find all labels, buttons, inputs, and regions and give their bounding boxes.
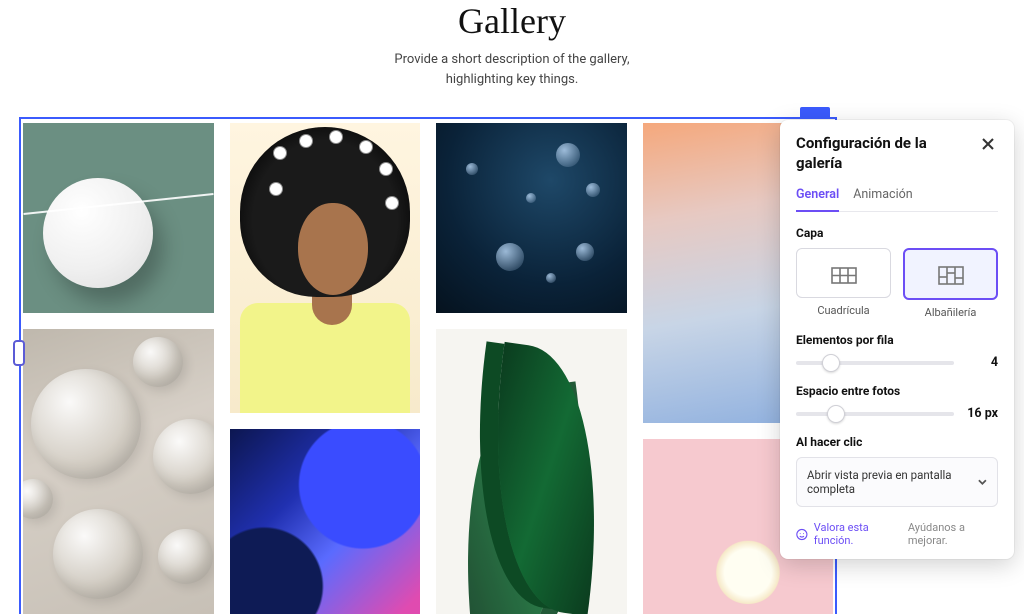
value-photo-spacing: 16 px [964,406,998,421]
label-on-click: Al hacer clic [796,435,998,449]
label-photo-spacing: Espacio entre fotos [796,384,998,398]
layout-caption-masonry: Albañilería [903,306,998,319]
dropdown-selected-value: Abrir vista previa en pantalla completa [807,468,978,496]
grid-layout-icon [831,262,857,284]
value-items-per-row: 4 [964,355,998,370]
tab-animation[interactable]: Animación [853,187,912,211]
layout-option-masonry[interactable]: Albañilería [903,248,998,319]
slider-items-per-row[interactable] [796,361,954,365]
feedback-link[interactable]: Valora esta función. [814,521,902,547]
slider-thumb-photo-spacing[interactable] [827,405,845,423]
slider-photo-spacing[interactable] [796,412,954,416]
panel-tabs: General Animación [796,187,998,212]
selection-tab-indicator[interactable] [800,107,830,117]
gallery-image-water-drops[interactable] [436,123,627,313]
close-panel-button[interactable] [978,134,998,154]
close-icon [982,138,994,150]
layout-option-grid[interactable]: Cuadrícula [796,248,891,319]
gallery-image-abstract-swirl[interactable] [230,429,421,614]
gallery-image-leaf[interactable] [436,329,627,614]
label-items-per-row: Elementos por fila [796,333,998,347]
gallery-component-selected[interactable] [19,117,837,614]
feedback-icon [796,528,808,541]
gallery-settings-panel: Configuración de la galería General Anim… [780,120,1014,559]
panel-title: Configuración de la galería [796,134,966,173]
page-title: Gallery [0,0,1024,42]
slider-thumb-items-per-row[interactable] [822,354,840,372]
gallery-image-sphere[interactable] [23,123,214,313]
selection-resize-handle-left[interactable] [13,340,25,366]
chevron-down-icon [978,477,987,487]
dropdown-on-click-action[interactable]: Abrir vista previa en pantalla completa [796,457,998,507]
masonry-layout-icon [938,263,964,285]
page-subtitle: Provide a short description of the galle… [0,50,1024,89]
label-layer: Capa [796,226,998,240]
gallery-image-portrait[interactable] [230,123,421,413]
tab-general[interactable]: General [796,187,839,212]
subtitle-line-1: Provide a short description of the galle… [394,52,629,67]
subtitle-line-2: highlighting key things. [446,72,579,87]
feedback-muted-text: Ayúdanos a mejorar. [908,521,998,547]
gallery-image-bubbles[interactable] [23,329,214,614]
layout-caption-grid: Cuadrícula [796,304,891,317]
